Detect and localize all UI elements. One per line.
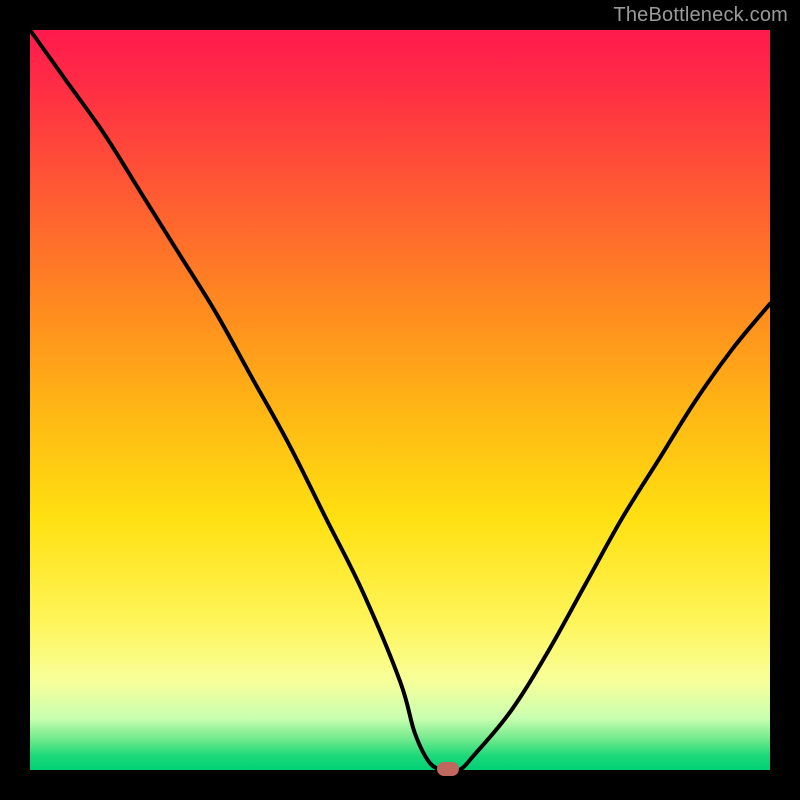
watermark-label: TheBottleneck.com <box>613 4 788 27</box>
chart-frame: TheBottleneck.com <box>0 0 800 800</box>
plot-area <box>30 30 770 770</box>
optimal-marker <box>437 762 459 776</box>
bottleneck-curve <box>30 30 770 770</box>
